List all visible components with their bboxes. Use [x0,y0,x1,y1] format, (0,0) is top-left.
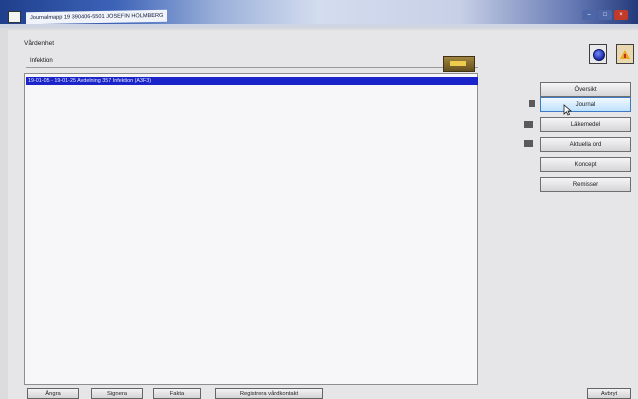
journal-marker [529,100,535,107]
cursor-icon [563,104,573,116]
window-controls: – □ × [582,8,628,22]
registrera-vardkontakt-button[interactable]: Registrera vårdkontakt [215,388,323,399]
app-icon [8,11,21,23]
maximize-icon[interactable]: □ [598,10,612,20]
vardenhet-value[interactable]: Infektion [26,56,478,68]
minimize-icon[interactable]: – [582,10,596,20]
lakemedel-button[interactable]: Läkemedel [540,117,631,132]
contacts-list[interactable]: 19-01-05 - 19-01-25 Avdelning 357 Infekt… [24,73,478,385]
koncept-button[interactable]: Koncept [540,157,631,172]
title-bar: Journalmapp 19 390406-5501 JOSEFIN HOLMB… [0,0,638,28]
lookup-button[interactable] [443,56,475,72]
lakemedel-marker [524,121,533,128]
fakta-button[interactable]: Fakta [153,388,201,399]
circle-icon[interactable] [589,44,607,64]
aktuella-ord-marker [524,140,533,147]
aktuella-ord-button[interactable]: Aktuella ord [540,137,631,152]
vardenhet-label: Vårdenhet [24,40,54,47]
angra-button[interactable]: Ångra [27,388,79,399]
lookup-icon [450,61,466,66]
avbryt-button[interactable]: Avbryt [587,388,631,399]
oversikt-button[interactable]: Översikt [540,82,631,97]
window-title: Journalmapp 19 390406-5501 JOSEFIN HOLMB… [26,9,168,25]
journal-button[interactable]: Journal [540,97,631,112]
warning-icon[interactable] [616,44,634,64]
signera-button[interactable]: Signera [91,388,143,399]
list-item[interactable]: 19-01-05 - 19-01-25 Avdelning 357 Infekt… [26,77,478,85]
remisser-button[interactable]: Remisser [540,177,631,192]
close-icon[interactable]: × [614,10,628,20]
